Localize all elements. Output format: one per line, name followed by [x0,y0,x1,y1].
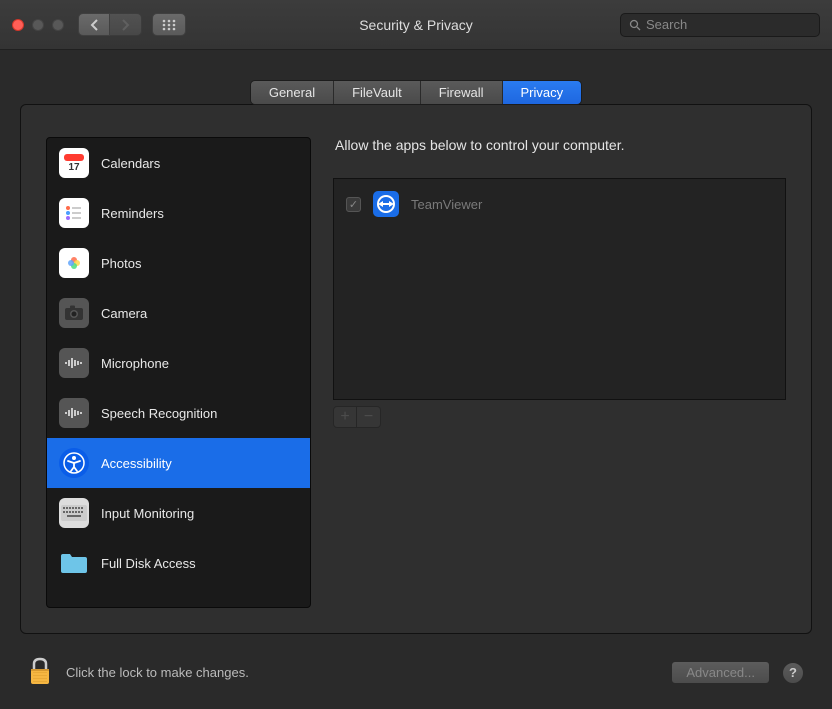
footer: Click the lock to make changes. Advanced… [28,656,804,689]
add-app-button[interactable]: + [333,406,357,428]
lock-icon[interactable] [28,656,52,689]
sidebar-item-label: Calendars [101,156,160,171]
lock-text: Click the lock to make changes. [66,665,249,680]
app-list[interactable]: ✓ TeamViewer [333,178,786,400]
svg-text:17: 17 [68,162,80,173]
help-button[interactable]: ? [782,662,804,684]
speech-icon [59,398,89,428]
minimize-window-button[interactable] [32,19,44,31]
back-button[interactable] [78,13,110,36]
close-window-button[interactable] [12,19,24,31]
tab-filevault[interactable]: FileVault [334,81,421,104]
sidebar-item-label: Photos [101,256,141,271]
tab-firewall[interactable]: Firewall [421,81,503,104]
sidebar-item-label: Microphone [101,356,169,371]
sidebar-item-label: Camera [101,306,147,321]
window-controls [12,19,64,31]
chevron-right-icon [121,19,130,31]
titlebar: Security & Privacy Search [0,0,832,50]
privacy-heading: Allow the apps below to control your com… [335,137,786,153]
folder-icon [59,548,89,578]
privacy-panel: 17 Calendars Reminders Photos [20,104,812,634]
microphone-icon [59,348,89,378]
zoom-window-button[interactable] [52,19,64,31]
sidebar-item-label: Full Disk Access [101,556,196,571]
sidebar-item-microphone[interactable]: Microphone [47,338,310,388]
sidebar-item-full-disk-access[interactable]: Full Disk Access [47,538,310,588]
nav-buttons [78,13,142,36]
sidebar-item-camera[interactable]: Camera [47,288,310,338]
photos-icon [59,248,89,278]
tab-privacy[interactable]: Privacy [503,81,582,104]
keyboard-icon [59,498,89,528]
advanced-button[interactable]: Advanced... [671,661,770,684]
tab-general[interactable]: General [251,81,334,104]
content-area: General FileVault Firewall Privacy 17 Ca… [0,50,832,634]
list-edit-buttons: + − [333,406,786,428]
remove-app-button[interactable]: − [357,406,381,428]
sidebar-item-accessibility[interactable]: Accessibility [47,438,310,488]
search-placeholder: Search [646,17,687,32]
sidebar-item-calendars[interactable]: 17 Calendars [47,138,310,188]
teamviewer-icon [373,191,399,217]
app-checkbox[interactable]: ✓ [346,197,361,212]
chevron-left-icon [90,19,99,31]
app-name: TeamViewer [411,197,482,212]
sidebar-item-label: Reminders [101,206,164,221]
sidebar-item-reminders[interactable]: Reminders [47,188,310,238]
grid-icon [162,19,176,31]
main-area: Allow the apps below to control your com… [333,137,786,608]
search-input[interactable]: Search [620,13,820,37]
sidebar-item-label: Accessibility [101,456,172,471]
search-icon [629,19,641,31]
sidebar-item-speech[interactable]: Speech Recognition [47,388,310,438]
sidebar-item-label: Input Monitoring [101,506,194,521]
camera-icon [59,298,89,328]
sidebar-item-input-monitoring[interactable]: Input Monitoring [47,488,310,538]
sidebar-item-label: Speech Recognition [101,406,217,421]
accessibility-icon [59,448,89,478]
reminders-icon [59,198,89,228]
sidebar-item-photos[interactable]: Photos [47,238,310,288]
show-all-button[interactable] [152,13,186,36]
app-row-teamviewer[interactable]: ✓ TeamViewer [334,179,785,225]
calendar-icon: 17 [59,148,89,178]
forward-button[interactable] [110,13,142,36]
privacy-category-sidebar[interactable]: 17 Calendars Reminders Photos [46,137,311,608]
tab-strip: General FileVault Firewall Privacy [20,80,812,105]
